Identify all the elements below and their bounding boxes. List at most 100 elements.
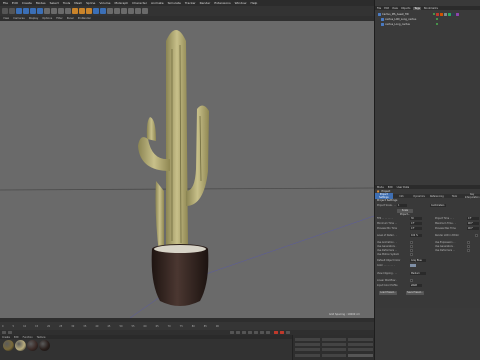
size-mode-dropdown[interactable]: [321, 353, 347, 357]
rotation-h-field[interactable]: [348, 337, 374, 341]
menu-item-simulate[interactable]: Simulate: [168, 1, 181, 5]
material-swatch[interactable]: [27, 340, 38, 351]
view-clipping-dropdown[interactable]: Medium: [410, 272, 426, 275]
cactus-model[interactable]: [138, 30, 209, 261]
color-swatch[interactable]: [410, 264, 416, 267]
3d-viewport[interactable]: Grid Spacing : 10000 cm: [0, 21, 374, 318]
use-motion-system-checkbox[interactable]: [410, 253, 413, 256]
prev-key-icon[interactable]: [236, 331, 240, 334]
save-preset-button[interactable]: Save Preset...: [406, 291, 424, 295]
timeline-ruler[interactable]: 0 5 10 15 20 25 30 35 40 45 50 55 60 65 70 75 80 85 90: [0, 322, 374, 330]
subdivision-icon[interactable]: [107, 8, 113, 14]
menu-item-create[interactable]: Create: [22, 1, 32, 5]
menu-item-window[interactable]: Window: [235, 1, 247, 5]
menu-item-mesh[interactable]: Mesh: [74, 1, 82, 5]
preview-max-time-field[interactable]: 90 F: [467, 227, 479, 230]
render-picture-viewer-icon[interactable]: [79, 8, 85, 14]
tag-icon[interactable]: [452, 12, 455, 16]
position-y-field[interactable]: [295, 342, 320, 346]
visibility-dot[interactable]: [436, 18, 438, 20]
input-color-profile-dropdown[interactable]: sRGB: [410, 284, 422, 287]
use-generators-2-checkbox[interactable]: [467, 245, 470, 248]
preview-min-time-field[interactable]: 0 F: [410, 227, 422, 230]
prev-frame-icon[interactable]: [242, 331, 246, 334]
viewport-menu-prorender[interactable]: ProRender: [78, 17, 91, 20]
size-y-field[interactable]: [321, 342, 347, 346]
move-tool-icon[interactable]: [23, 8, 29, 14]
fps-field[interactable]: 30: [410, 217, 422, 220]
pot-model[interactable]: [151, 244, 209, 306]
load-preset-button[interactable]: Load Preset...: [379, 291, 397, 295]
tag-icon[interactable]: [456, 12, 459, 16]
material-swatch[interactable]: [39, 340, 50, 351]
frame-min-field[interactable]: [8, 331, 12, 334]
default-object-color-dropdown[interactable]: Gray Blue: [410, 259, 426, 262]
x-axis-icon[interactable]: [44, 8, 50, 14]
rotate-tool-icon[interactable]: [37, 8, 43, 14]
menu-item-volume[interactable]: Volume: [99, 1, 110, 5]
menu-item-file[interactable]: File: [3, 1, 8, 5]
menu-item-render[interactable]: Render: [200, 1, 211, 5]
minimum-time-field[interactable]: 0 F: [410, 222, 422, 225]
frame-field[interactable]: [2, 331, 6, 334]
viewport-menu-cameras[interactable]: Cameras: [13, 17, 25, 20]
menu-item-character[interactable]: Character: [132, 1, 147, 5]
scale-unit-dropdown[interactable]: Centimeters: [430, 204, 446, 207]
render-lod-checkbox[interactable]: [475, 234, 478, 237]
menu-item-modes[interactable]: Modes: [36, 1, 46, 5]
position-z-field[interactable]: [295, 347, 320, 351]
viewport-menu-view[interactable]: View: [3, 17, 9, 20]
material-menu-texture[interactable]: Texture: [37, 336, 46, 339]
menu-item-mograph[interactable]: MoGraph: [115, 1, 129, 5]
tag-icon[interactable]: [444, 12, 447, 16]
camera-icon[interactable]: [135, 8, 141, 14]
use-animation-checkbox[interactable]: [410, 241, 413, 244]
floor-icon[interactable]: [128, 8, 134, 14]
menu-item-tracker[interactable]: Tracker: [185, 1, 196, 5]
use-expression-checkbox[interactable]: [467, 241, 470, 244]
size-x-field[interactable]: [321, 337, 347, 341]
light-icon[interactable]: [142, 8, 148, 14]
material-menu-function[interactable]: Function: [23, 336, 33, 339]
position-x-field[interactable]: [295, 337, 320, 341]
visibility-dot[interactable]: [433, 13, 435, 15]
cube-icon[interactable]: [93, 8, 99, 14]
apply-button[interactable]: [348, 353, 374, 357]
next-frame-icon[interactable]: [254, 331, 258, 334]
maximum-time-field[interactable]: 90 F: [467, 222, 479, 225]
go-to-start-icon[interactable]: [230, 331, 234, 334]
object-mode-dropdown[interactable]: [295, 353, 320, 357]
linear-workflow-checkbox[interactable]: [410, 279, 413, 282]
menu-item-spline[interactable]: Spline: [86, 1, 95, 5]
render-view-icon[interactable]: [72, 8, 78, 14]
use-deformers-checkbox[interactable]: [410, 249, 413, 252]
material-menu-create[interactable]: Create: [2, 336, 10, 339]
object-row[interactable]: cactus_LOD_Long_cactus: [381, 17, 480, 21]
viewport-menu-panel[interactable]: Panel: [67, 17, 74, 20]
world-coord-icon[interactable]: [65, 8, 71, 14]
y-axis-icon[interactable]: [51, 8, 57, 14]
undo-icon[interactable]: [2, 8, 8, 14]
material-menu-edit[interactable]: Edit: [14, 336, 19, 339]
scale-project-button[interactable]: Scale Project...: [397, 209, 413, 216]
menu-item-edit[interactable]: Edit: [12, 1, 18, 5]
object-manager-list[interactable]: Cactus_MS_Asset_HD cactus_LOD_Long_cactu…: [375, 10, 480, 185]
menu-item-help[interactable]: Help: [250, 1, 257, 5]
go-to-end-icon[interactable]: [266, 331, 270, 334]
live-selection-icon[interactable]: [16, 8, 22, 14]
object-row[interactable]: Cactus_MS_Asset_HD: [378, 12, 478, 16]
scale-tool-icon[interactable]: [30, 8, 36, 14]
menu-item-select[interactable]: Select: [50, 1, 59, 5]
bend-icon[interactable]: [121, 8, 127, 14]
material-swatch[interactable]: [3, 340, 14, 351]
tag-icon[interactable]: [436, 12, 439, 16]
menu-item-extensions[interactable]: Extensions: [214, 1, 230, 5]
use-generators-checkbox[interactable]: [410, 245, 413, 248]
viewport-menu-options[interactable]: Options: [42, 17, 52, 20]
rotation-b-field[interactable]: [348, 347, 374, 351]
next-key-icon[interactable]: [260, 331, 264, 334]
menu-item-animate[interactable]: Animate: [151, 1, 164, 5]
viewport-menu-filter[interactable]: Filter: [56, 17, 62, 20]
rotation-p-field[interactable]: [348, 342, 374, 346]
material-swatch[interactable]: [15, 340, 26, 351]
